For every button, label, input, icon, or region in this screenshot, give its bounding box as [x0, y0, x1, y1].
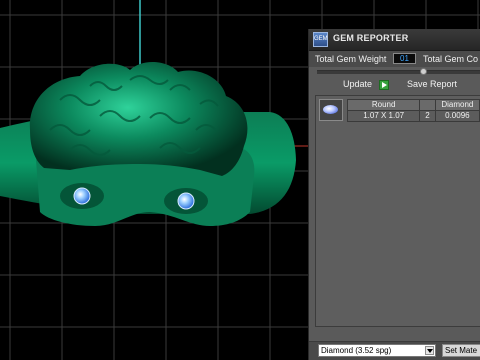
- panel-titlebar[interactable]: GEM GEM REPORTER: [309, 29, 480, 51]
- gem-table-area: Round Diamond 1.07 X 1.07 2 0.0096: [315, 95, 480, 327]
- total-gem-weight-field[interactable]: 01: [393, 53, 416, 64]
- total-gem-weight-label: Total Gem Weight: [315, 54, 387, 64]
- right-gem[interactable]: [177, 192, 195, 210]
- action-row: Update Save Report: [309, 77, 480, 92]
- play-icon[interactable]: [379, 80, 389, 90]
- slider-knob[interactable]: [420, 68, 427, 75]
- gem-logo-icon: GEM: [313, 32, 328, 47]
- cell-weight: 0.0096: [434, 110, 480, 122]
- round-gem-icon: [323, 105, 338, 114]
- curly-hair: [29, 61, 248, 176]
- material-select[interactable]: Diamond (3.52 spg): [318, 344, 436, 357]
- chevron-down-icon[interactable]: [425, 346, 434, 355]
- table-header-row: Round Diamond: [346, 99, 480, 111]
- size-slider[interactable]: [317, 68, 480, 75]
- material-select-value: Diamond (3.52 spg): [321, 346, 392, 355]
- save-report-button[interactable]: Save Report: [407, 77, 457, 92]
- header-shape[interactable]: Round: [346, 99, 421, 111]
- bottom-bar: Diamond (3.52 spg) Set Mate: [309, 341, 480, 360]
- total-gem-count-label: Total Gem Co: [423, 54, 479, 64]
- gem-table: Round Diamond 1.07 X 1.07 2 0.0096: [346, 99, 480, 122]
- update-button[interactable]: Update: [343, 77, 372, 92]
- gem-reporter-panel: GEM GEM REPORTER Total Gem Weight 01 Tot…: [308, 29, 480, 360]
- set-material-button[interactable]: Set Mate: [442, 344, 480, 357]
- cell-count: 2: [419, 110, 436, 122]
- left-gem[interactable]: [73, 187, 91, 205]
- table-row[interactable]: 1.07 X 1.07 2 0.0096: [346, 110, 480, 122]
- cell-size: 1.07 X 1.07: [346, 110, 421, 122]
- weight-row: Total Gem Weight 01 Total Gem Co: [309, 51, 480, 67]
- gem-thumbnail[interactable]: [319, 99, 343, 121]
- header-count[interactable]: [419, 99, 436, 111]
- panel-title: GEM REPORTER: [333, 33, 409, 43]
- header-material[interactable]: Diamond: [434, 99, 480, 111]
